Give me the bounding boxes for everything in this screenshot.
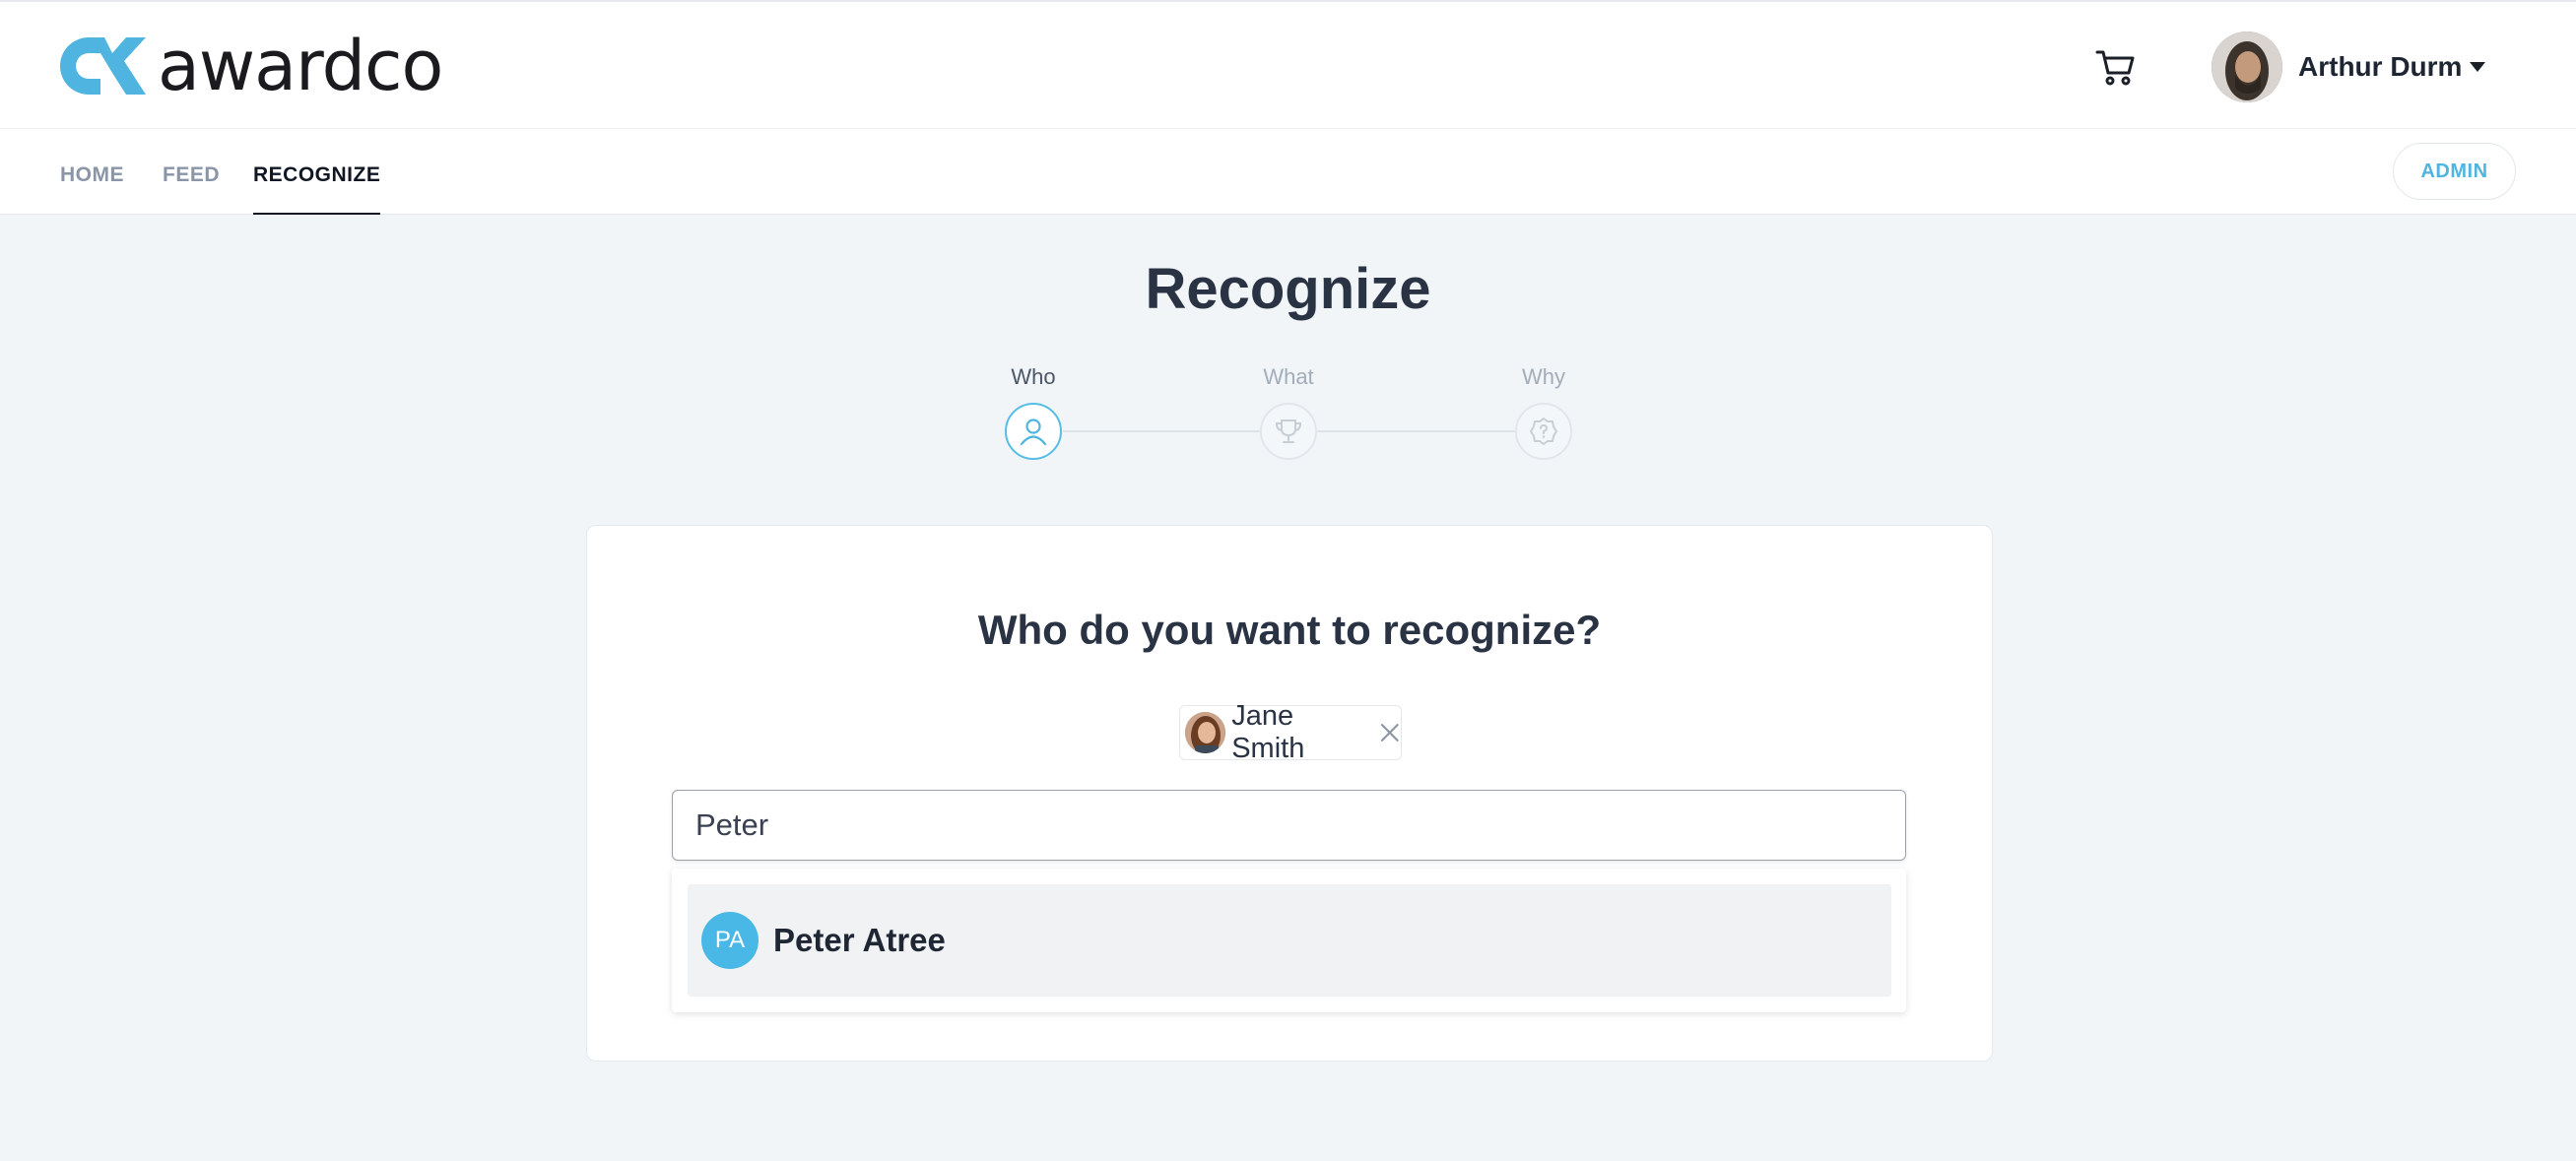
trophy-icon	[1275, 419, 1302, 443]
page-title: Recognize	[1145, 257, 1431, 321]
step-connector	[1317, 430, 1517, 432]
step-why[interactable]	[1515, 403, 1572, 460]
awardco-logo[interactable]: awardco	[55, 26, 443, 106]
step-what[interactable]	[1260, 403, 1317, 460]
user-menu[interactable]: Arthur Durm	[2212, 32, 2486, 102]
nav-home[interactable]: HOME	[60, 129, 124, 215]
admin-button[interactable]: ADMIN	[2393, 143, 2516, 200]
step-label-who: Who	[1011, 364, 1056, 389]
awardco-logo-icon	[59, 37, 146, 95]
shopping-cart-icon[interactable]	[2094, 45, 2138, 89]
brand-name: awardco	[158, 26, 443, 106]
nav-feed[interactable]: FEED	[163, 129, 220, 215]
search-results-dropdown: PA Peter Atree	[672, 869, 1906, 1012]
step-label-why: Why	[1522, 364, 1565, 389]
close-icon[interactable]	[1379, 722, 1401, 743]
recipient-name: Jane Smith	[1231, 700, 1305, 764]
step-who[interactable]	[1005, 403, 1062, 460]
recipient-avatar	[1185, 712, 1226, 753]
result-name: Peter Atree	[773, 922, 946, 958]
user-name: Arthur Durm	[2298, 51, 2463, 82]
card-question: Who do you want to recognize?	[977, 607, 1602, 653]
main-nav: HOME FEED RECOGNIZE	[0, 129, 2576, 215]
caret-down-icon	[2470, 62, 2486, 72]
selected-recipient-chip: Jane Smith	[1179, 700, 1402, 764]
top-header: awardco Arthur Durm	[0, 0, 2576, 129]
user-avatar	[2212, 32, 2282, 102]
step-label-what: What	[1263, 364, 1314, 389]
step-connector	[1063, 430, 1262, 432]
result-avatar-initials: PA	[701, 912, 759, 969]
recipient-search-input[interactable]	[672, 790, 1906, 861]
search-result-option[interactable]: PA Peter Atree	[688, 884, 1891, 997]
nav-recognize[interactable]: RECOGNIZE	[253, 129, 381, 215]
question-badge-icon	[1530, 418, 1557, 445]
user-icon	[1020, 419, 1047, 446]
